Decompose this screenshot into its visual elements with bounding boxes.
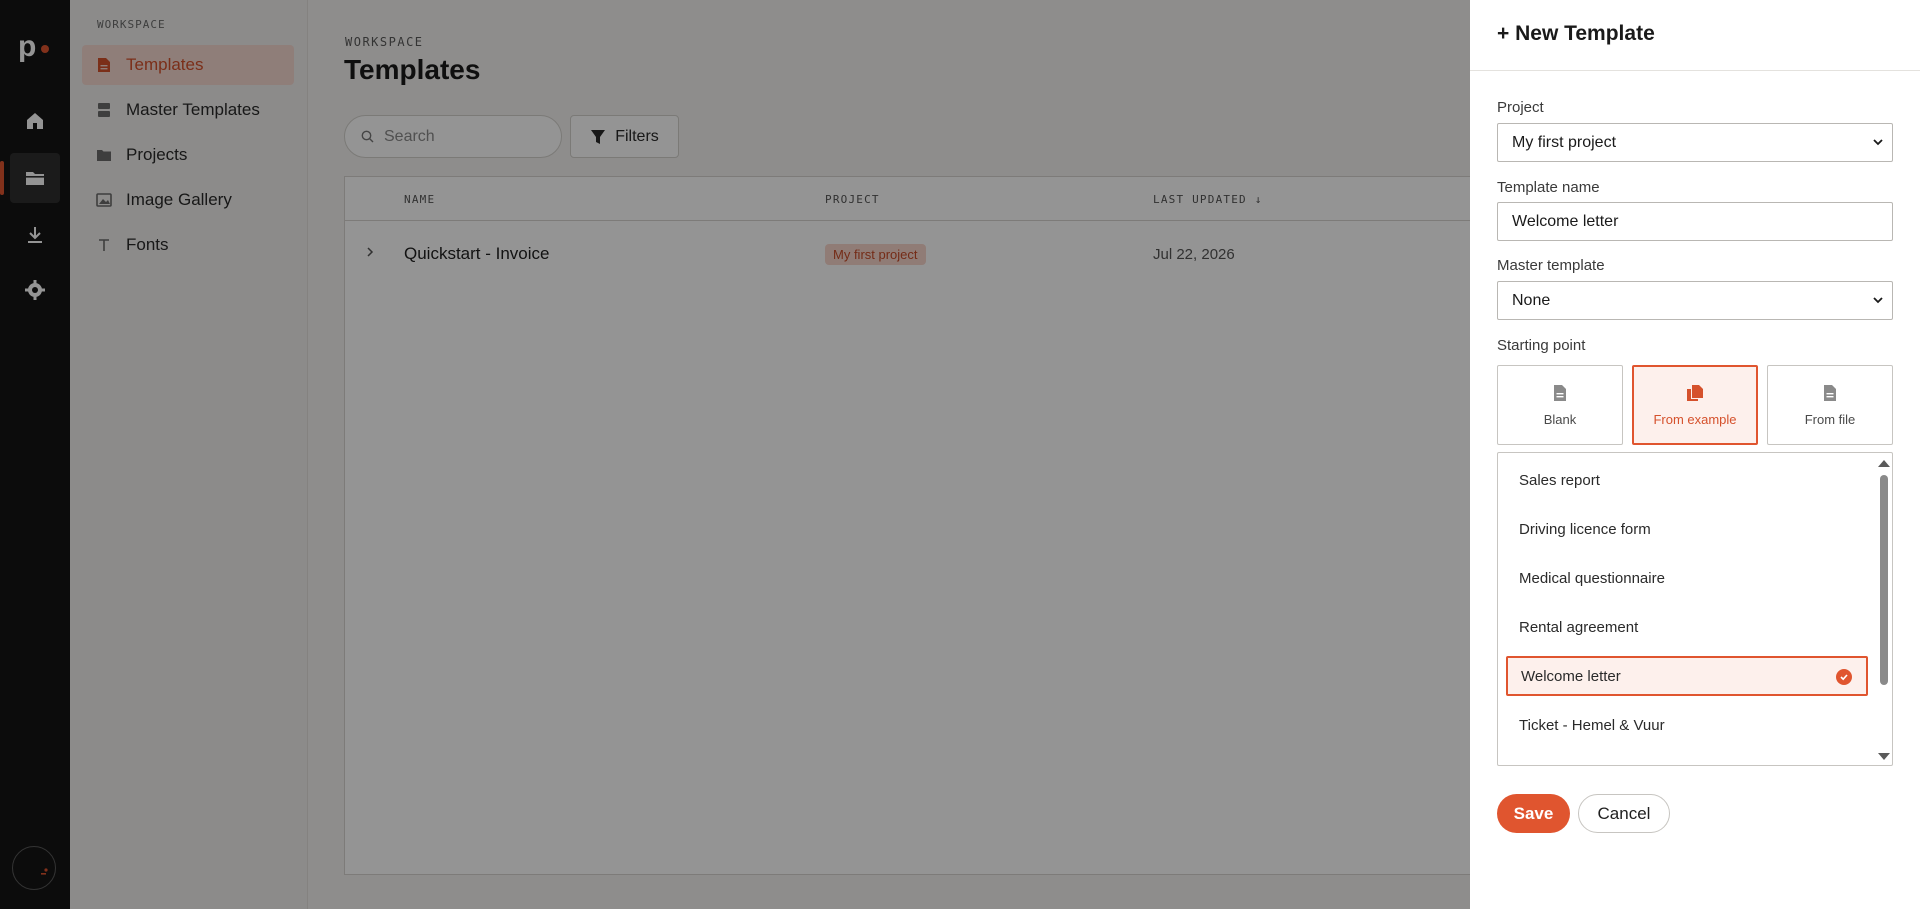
example-option-label: Welcome letter — [1521, 667, 1621, 685]
project-select[interactable]: My first project — [1497, 123, 1893, 162]
example-option[interactable]: Rental agreement — [1506, 607, 1868, 647]
scroll-up-arrow-icon[interactable] — [1878, 459, 1890, 468]
new-template-drawer: + New Template Project My first project … — [1470, 0, 1920, 909]
template-name-input[interactable] — [1512, 212, 1892, 231]
example-list: Sales report Driving licence form Medica… — [1497, 452, 1893, 766]
starting-point-label: Starting point — [1497, 337, 1586, 354]
cancel-button[interactable]: Cancel — [1578, 794, 1670, 833]
chevron-down-icon — [1873, 297, 1883, 304]
check-icon — [1836, 669, 1852, 685]
example-option[interactable]: Sales report — [1506, 460, 1868, 500]
example-list-scrollbar[interactable] — [1875, 453, 1892, 765]
example-option-selected[interactable]: Welcome letter — [1506, 656, 1868, 696]
save-button[interactable]: Save — [1497, 794, 1570, 833]
example-option[interactable]: Ticket - Hemel & Vuur — [1506, 705, 1868, 745]
drawer-title: + New Template — [1497, 22, 1655, 45]
master-template-select[interactable]: None — [1497, 281, 1893, 320]
starting-point-from-file[interactable]: From file — [1767, 365, 1893, 445]
example-option[interactable]: Driving licence form — [1506, 509, 1868, 549]
example-option[interactable]: Medical questionnaire — [1506, 558, 1868, 598]
master-template-value: None — [1512, 291, 1551, 309]
starting-point-label-file: From file — [1804, 411, 1856, 427]
scroll-down-arrow-icon[interactable] — [1878, 752, 1890, 761]
starting-point-label-example: From example — [1653, 411, 1737, 427]
scrollbar-thumb[interactable] — [1880, 475, 1888, 685]
copy-document-icon — [1687, 384, 1703, 401]
starting-point-from-example[interactable]: From example — [1632, 365, 1758, 445]
template-name-label: Template name — [1497, 179, 1600, 196]
drawer-divider — [1470, 70, 1920, 71]
chevron-down-icon — [1873, 139, 1883, 146]
project-select-value: My first project — [1512, 133, 1617, 151]
starting-point-blank[interactable]: Blank — [1497, 365, 1623, 445]
starting-point-label-blank: Blank — [1543, 411, 1577, 427]
document-icon — [1554, 384, 1566, 401]
project-label: Project — [1497, 99, 1544, 116]
document-icon — [1824, 384, 1836, 401]
master-template-label: Master template — [1497, 257, 1605, 274]
template-name-field[interactable] — [1497, 202, 1893, 241]
